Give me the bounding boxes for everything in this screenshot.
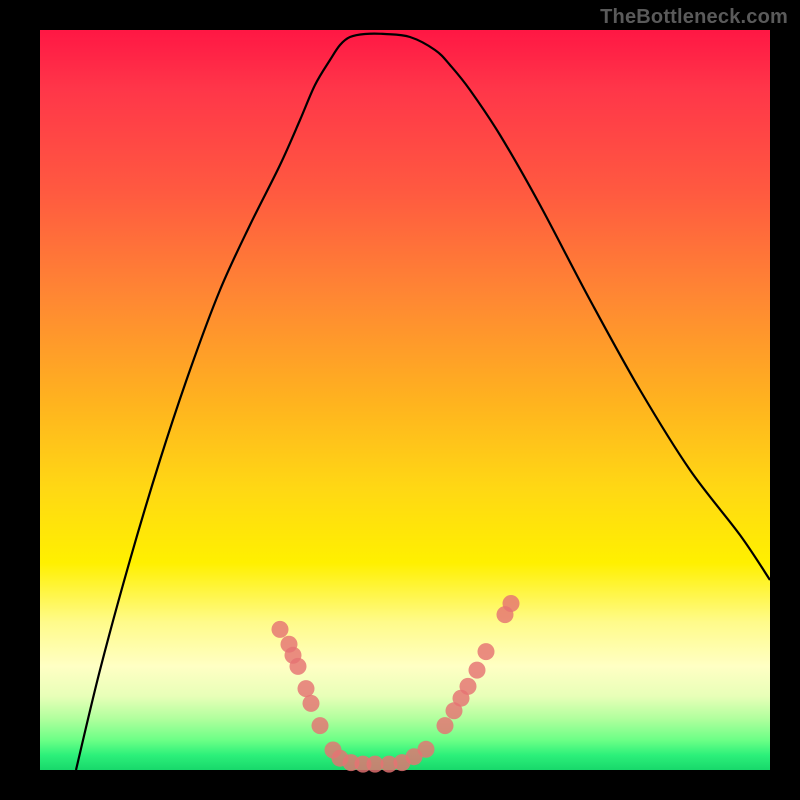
data-point [290,658,307,675]
watermark-text: TheBottleneck.com [600,6,788,29]
data-point [469,662,486,679]
data-point [298,680,315,697]
data-point [418,741,435,758]
data-point [460,678,477,695]
curve-svg [40,30,770,770]
data-point [303,695,320,712]
data-point [503,595,520,612]
chart-frame: TheBottleneck.com [0,0,800,800]
data-markers [272,595,520,773]
data-point [272,621,289,638]
bottleneck-curve [76,34,770,770]
plot-area [40,30,770,770]
data-point [437,717,454,734]
data-point [478,643,495,660]
data-point [312,717,329,734]
